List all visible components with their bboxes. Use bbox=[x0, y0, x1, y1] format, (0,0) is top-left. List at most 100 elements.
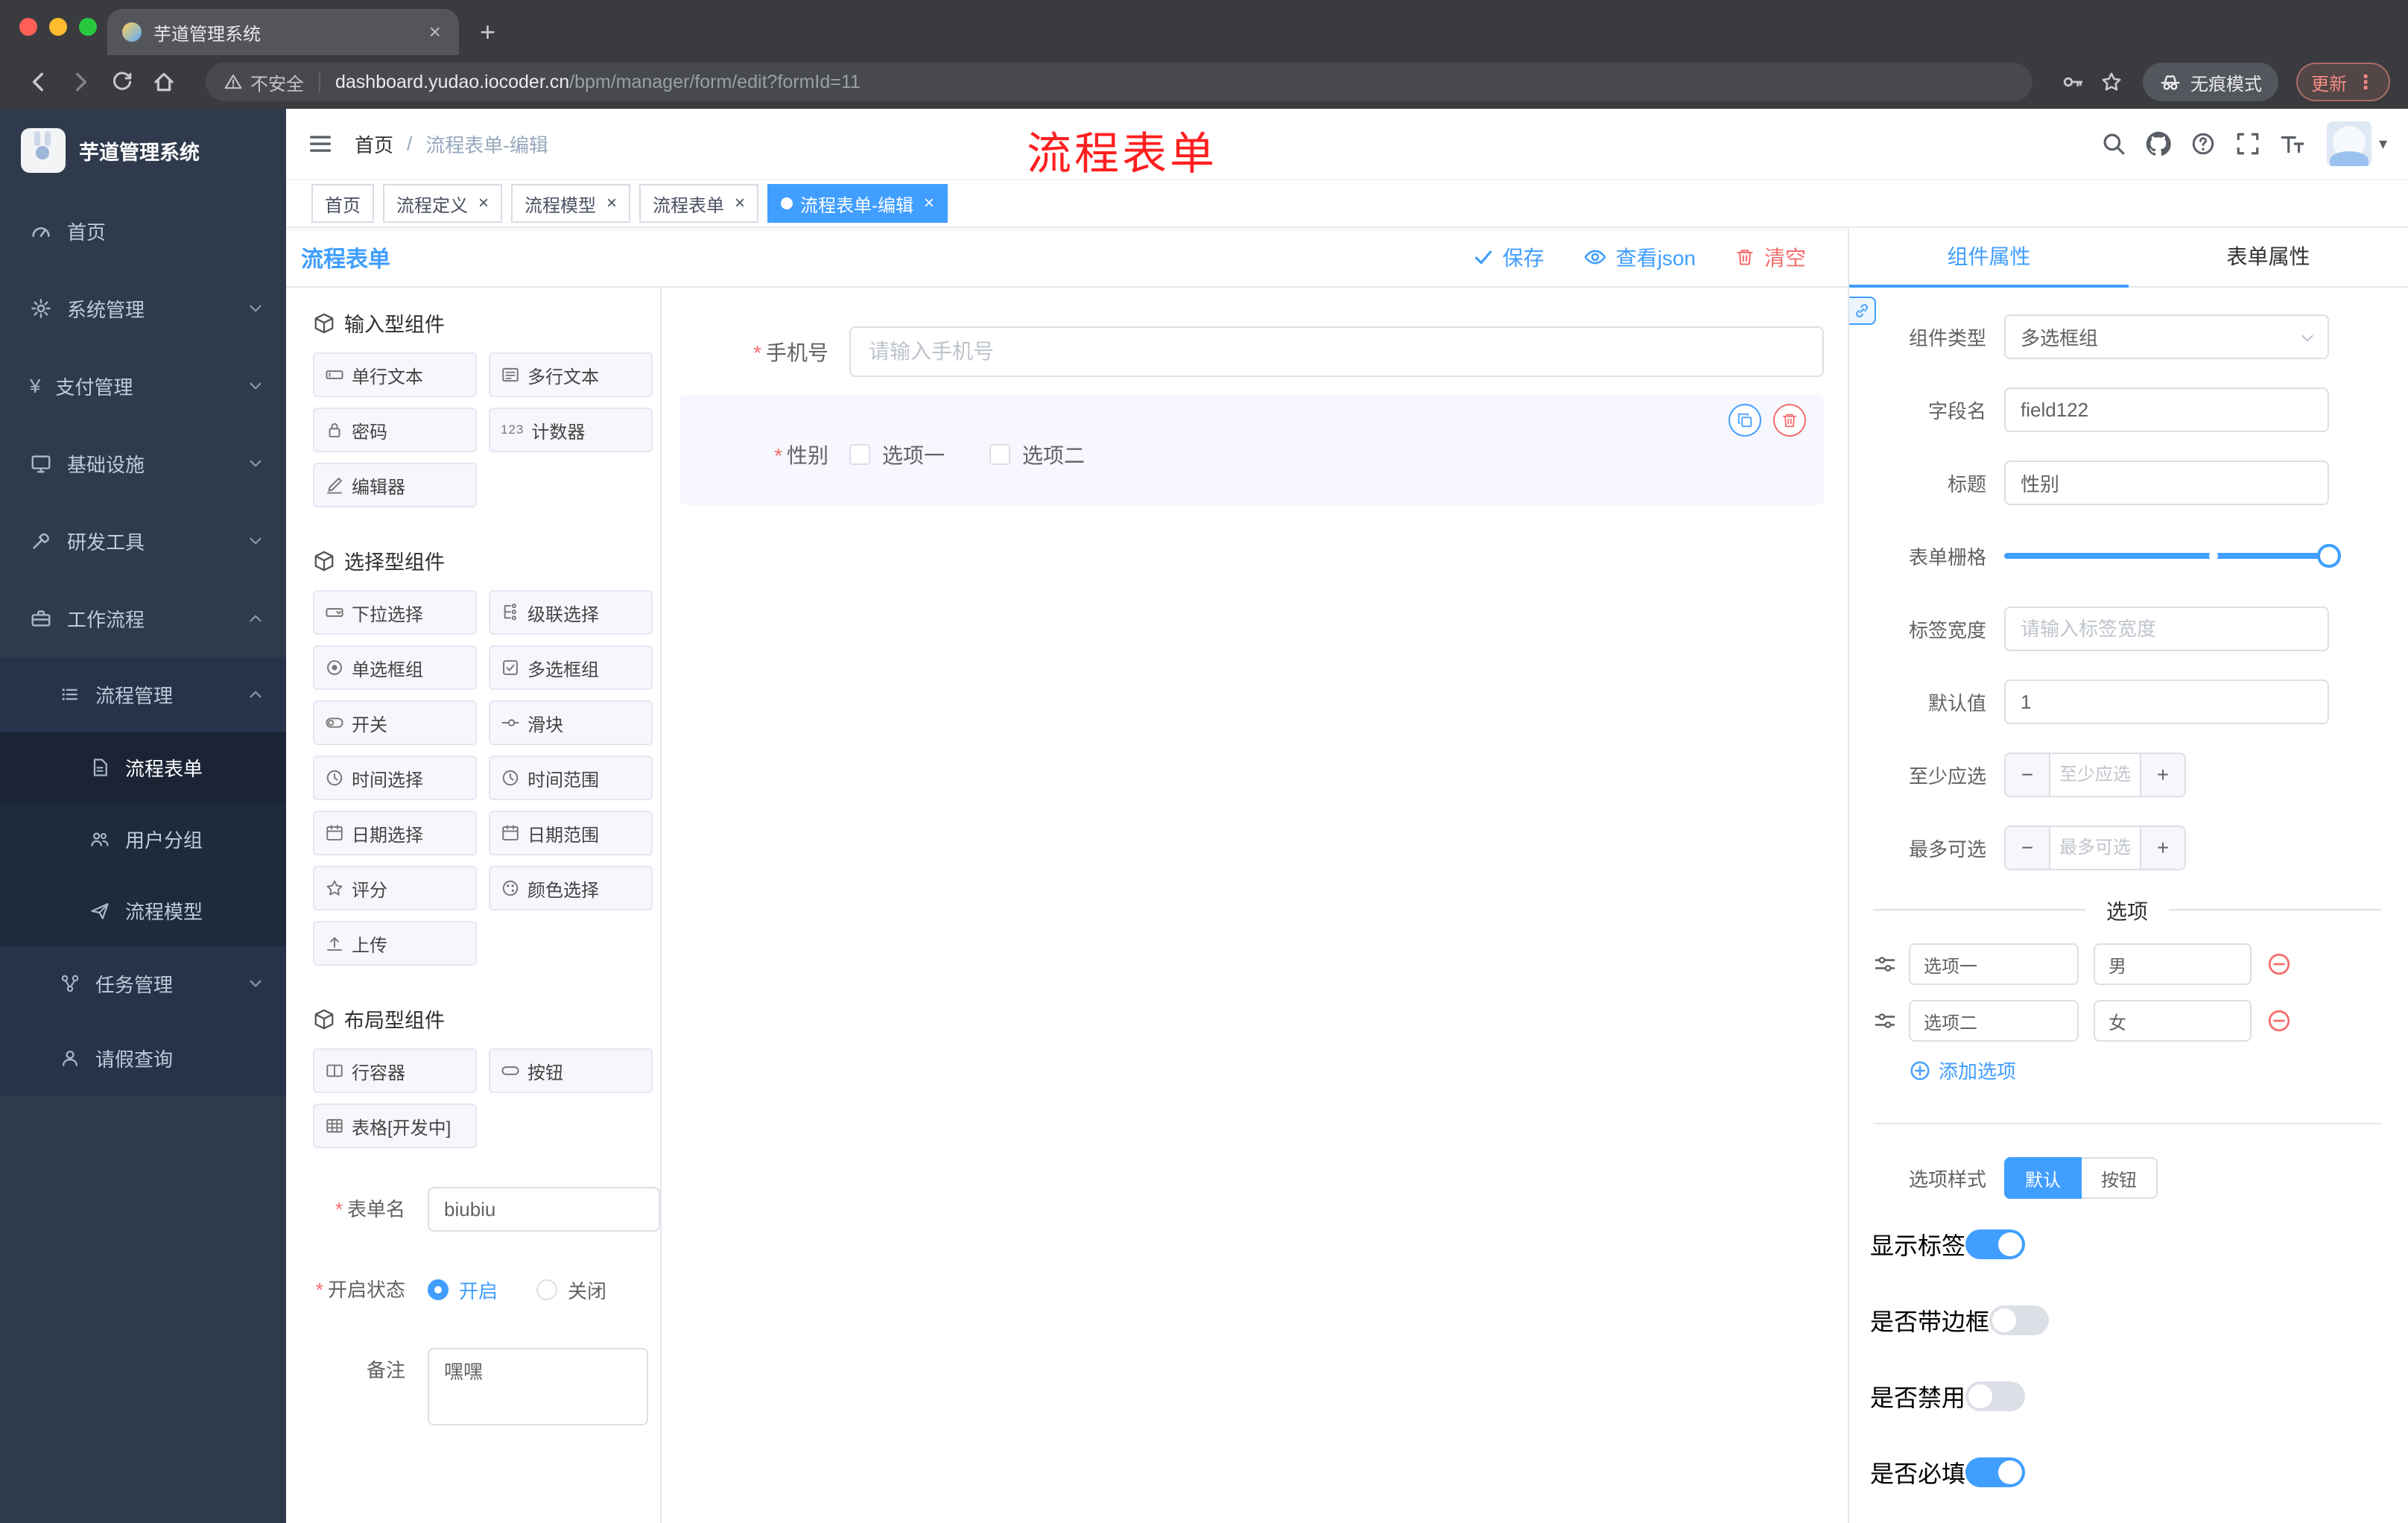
option-2-label-input[interactable] bbox=[1909, 1000, 2079, 1042]
form-remark-textarea[interactable]: 嘿嘿 bbox=[428, 1348, 648, 1425]
back-icon[interactable] bbox=[18, 61, 60, 103]
palette-item-row-container[interactable]: 行容器 bbox=[313, 1048, 477, 1093]
sidebar-item-system-management[interactable]: 系统管理 bbox=[0, 270, 286, 347]
option-2-value-input[interactable] bbox=[2094, 1000, 2252, 1042]
palette-item-switch[interactable]: 开关 bbox=[313, 700, 477, 745]
stepper-minus-button[interactable]: − bbox=[2006, 827, 2050, 869]
palette-item-slider[interactable]: 滑块 bbox=[489, 700, 653, 745]
home-icon[interactable] bbox=[143, 61, 185, 103]
help-icon[interactable] bbox=[2181, 108, 2225, 180]
with-border-toggle[interactable] bbox=[1989, 1305, 2050, 1335]
browser-tab[interactable]: 芋道管理系统 × bbox=[107, 9, 459, 55]
show-label-toggle[interactable] bbox=[1965, 1229, 2026, 1259]
grid-slider[interactable] bbox=[2004, 533, 2341, 578]
user-avatar[interactable] bbox=[2326, 121, 2371, 166]
remove-option-icon[interactable] bbox=[2266, 1008, 2292, 1033]
stepper-minus-button[interactable]: − bbox=[2006, 754, 2050, 796]
window-close-button[interactable] bbox=[19, 18, 37, 36]
sidebar-item-process-form[interactable]: 流程表单 bbox=[0, 732, 286, 803]
view-json-button[interactable]: 查看json bbox=[1583, 242, 1696, 272]
default-value-input[interactable] bbox=[2004, 680, 2329, 724]
tag-close-icon[interactable]: × bbox=[478, 193, 489, 214]
sidebar-item-process-model[interactable]: 流程模型 bbox=[0, 875, 286, 946]
browser-update-button[interactable]: 更新 ⋮ bbox=[2296, 63, 2390, 101]
copy-component-button[interactable] bbox=[1729, 404, 1761, 437]
option-1-label-input[interactable] bbox=[1909, 943, 2079, 985]
address-bar[interactable]: 不安全 dashboard.yudao.iocoder.cn/bpm/manag… bbox=[206, 63, 2032, 101]
stepper-plus-button[interactable]: + bbox=[2140, 827, 2184, 869]
stepper-plus-button[interactable]: + bbox=[2140, 754, 2184, 796]
palette-item-table[interactable]: 表格[开发中] bbox=[313, 1104, 477, 1148]
sidebar-item-payment-management[interactable]: ¥ 支付管理 bbox=[0, 347, 286, 425]
min-select-input[interactable] bbox=[2050, 754, 2140, 796]
status-radio-off[interactable]: 关闭 bbox=[536, 1276, 606, 1304]
field-binding-link-icon[interactable] bbox=[1849, 297, 1876, 325]
tag-process-model[interactable]: 流程模型 × bbox=[511, 184, 631, 223]
tag-process-form[interactable]: 流程表单 × bbox=[639, 184, 759, 223]
gender-checkbox-option-1[interactable]: 选项一 bbox=[849, 440, 945, 469]
tag-close-icon[interactable]: × bbox=[735, 193, 745, 214]
palette-item-multi-line-text[interactable]: 多行文本 bbox=[489, 352, 653, 397]
slider-track[interactable] bbox=[2004, 544, 2341, 568]
breadcrumb-home[interactable]: 首页 bbox=[355, 130, 393, 158]
option-style-button-button[interactable]: 按钮 bbox=[2082, 1157, 2158, 1199]
window-zoom-button[interactable] bbox=[79, 18, 97, 36]
title-input[interactable] bbox=[2004, 460, 2329, 505]
tag-close-icon[interactable]: × bbox=[606, 193, 617, 214]
tab-form-properties[interactable]: 表单属性 bbox=[2129, 228, 2408, 286]
bookmark-star-icon[interactable] bbox=[2092, 63, 2131, 101]
phone-input[interactable] bbox=[849, 326, 1824, 377]
drag-handle-icon[interactable] bbox=[1873, 952, 1897, 976]
sidebar-item-home[interactable]: 首页 bbox=[0, 192, 286, 270]
tab-close-icon[interactable]: × bbox=[426, 20, 444, 44]
tag-close-icon[interactable]: × bbox=[924, 193, 934, 214]
sidebar-item-process-management[interactable]: 流程管理 bbox=[0, 657, 286, 732]
tag-process-definition[interactable]: 流程定义 × bbox=[383, 184, 503, 223]
disabled-toggle[interactable] bbox=[1965, 1381, 2026, 1411]
tab-component-properties[interactable]: 组件属性 bbox=[1849, 228, 2129, 288]
slider-handle[interactable] bbox=[2317, 544, 2341, 568]
add-option-button[interactable]: 添加选项 bbox=[1909, 1057, 2384, 1084]
sidebar-item-task-management[interactable]: 任务管理 bbox=[0, 946, 286, 1021]
tag-home[interactable]: 首页 bbox=[311, 184, 374, 223]
palette-item-editor[interactable]: 编辑器 bbox=[313, 463, 477, 507]
status-radio-on[interactable]: 开启 bbox=[428, 1276, 498, 1304]
option-style-default-button[interactable]: 默认 bbox=[2004, 1157, 2082, 1199]
palette-item-single-line-text[interactable]: 单行文本 bbox=[313, 352, 477, 397]
save-button[interactable]: 保存 bbox=[1473, 242, 1544, 272]
reload-icon[interactable] bbox=[101, 61, 143, 103]
palette-item-time-range[interactable]: 时间范围 bbox=[489, 756, 653, 800]
palette-item-select[interactable]: 下拉选择 bbox=[313, 590, 477, 635]
sidebar-item-workflow[interactable]: 工作流程 bbox=[0, 580, 286, 657]
option-1-value-input[interactable] bbox=[2094, 943, 2252, 985]
gender-checkbox-option-2[interactable]: 选项二 bbox=[989, 440, 1085, 469]
new-tab-button[interactable]: + bbox=[480, 16, 495, 48]
form-name-input[interactable] bbox=[428, 1187, 660, 1232]
checkbox[interactable] bbox=[989, 444, 1011, 465]
palette-item-checkbox-group[interactable]: 多选框组 bbox=[489, 645, 653, 690]
avatar-caret-icon[interactable]: ▾ bbox=[2379, 134, 2387, 153]
palette-item-date-picker[interactable]: 日期选择 bbox=[313, 811, 477, 855]
palette-item-color-picker[interactable]: 颜色选择 bbox=[489, 866, 653, 911]
sidebar-item-dev-tools[interactable]: 研发工具 bbox=[0, 502, 286, 580]
security-warning[interactable]: 不安全 bbox=[224, 69, 304, 95]
github-icon[interactable] bbox=[2136, 108, 2181, 180]
sidebar-item-user-group[interactable]: 用户分组 bbox=[0, 803, 286, 875]
component-type-select[interactable] bbox=[2004, 314, 2329, 359]
delete-component-button[interactable] bbox=[1773, 404, 1806, 437]
label-width-input[interactable] bbox=[2004, 607, 2329, 651]
palette-item-cascader[interactable]: 级联选择 bbox=[489, 590, 653, 635]
field-name-input[interactable] bbox=[2004, 387, 2329, 432]
browser-menu-kebab-icon[interactable]: ⋮ bbox=[2356, 71, 2375, 94]
search-icon[interactable] bbox=[2091, 108, 2136, 180]
max-select-input[interactable] bbox=[2050, 827, 2140, 869]
palette-item-upload[interactable]: 上传 bbox=[313, 921, 477, 966]
selected-component-gender[interactable]: * 性别 选项一 选项二 bbox=[679, 395, 1824, 505]
remove-option-icon[interactable] bbox=[2266, 952, 2292, 977]
window-minimize-button[interactable] bbox=[49, 18, 67, 36]
clear-button[interactable]: 清空 bbox=[1734, 242, 1806, 272]
drag-handle-icon[interactable] bbox=[1873, 1009, 1897, 1033]
checkbox[interactable] bbox=[849, 444, 870, 465]
tag-process-form-edit[interactable]: 流程表单-编辑 × bbox=[767, 184, 948, 223]
forward-icon[interactable] bbox=[60, 61, 101, 103]
